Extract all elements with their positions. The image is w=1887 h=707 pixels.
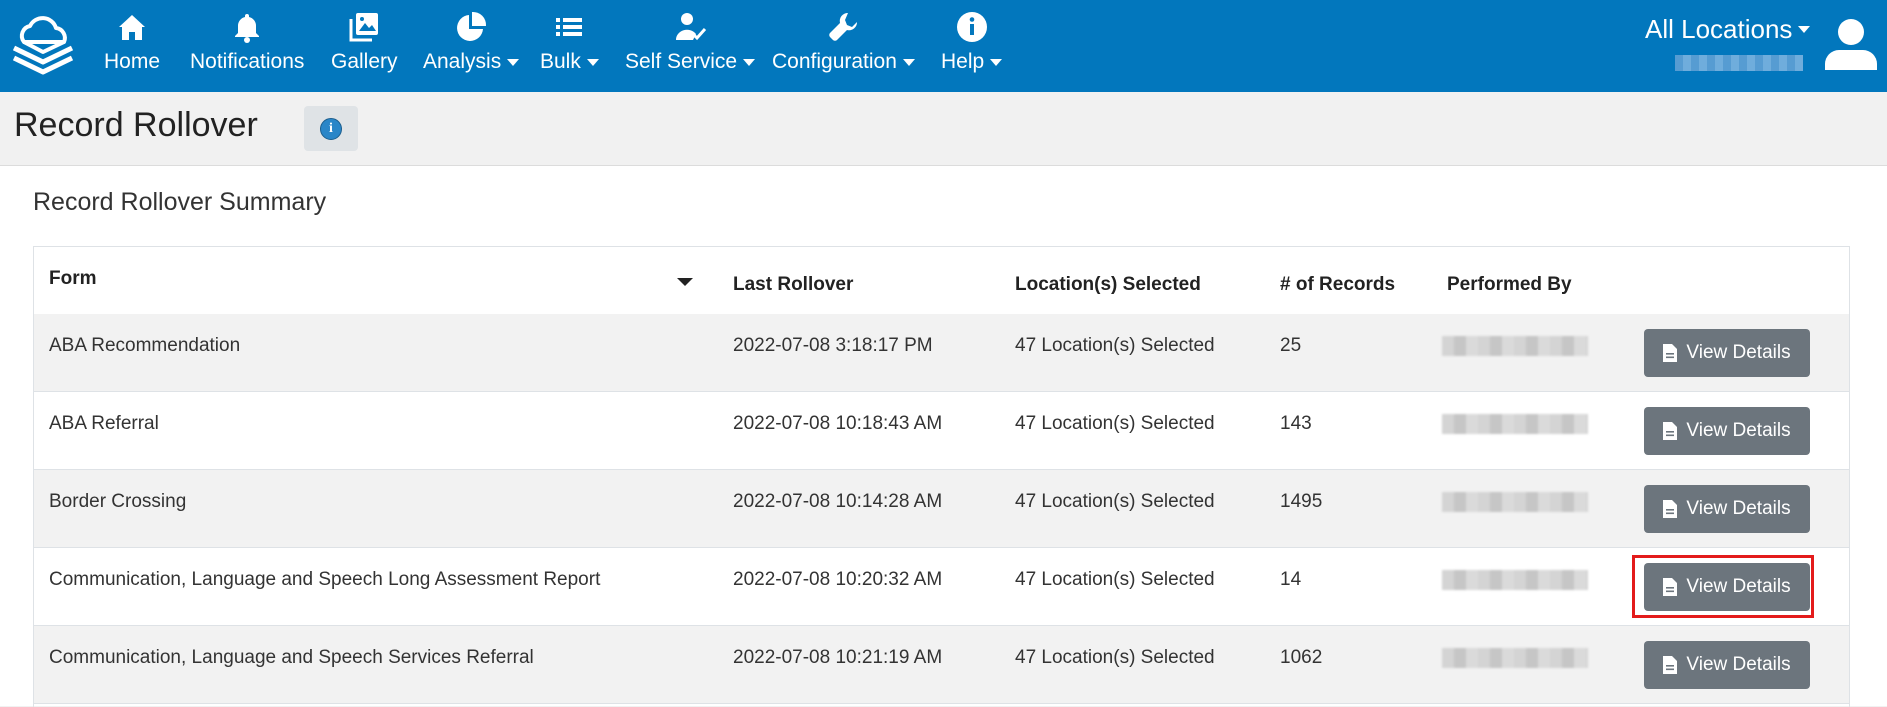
column-header-form[interactable]: Form	[49, 268, 97, 290]
info-button[interactable]: i	[304, 106, 358, 151]
redacted-performed-by	[1442, 492, 1588, 512]
cell-records: 1062	[1280, 647, 1323, 668]
view-details-button[interactable]: View Details	[1644, 563, 1810, 611]
bell-icon	[235, 14, 260, 43]
view-details-button[interactable]: View Details	[1644, 485, 1810, 533]
section-title: Record Rollover Summary	[33, 188, 327, 216]
user-avatar-icon[interactable]	[1822, 16, 1880, 72]
redacted-performed-by	[1442, 570, 1588, 590]
nav-notifications[interactable]: Notifications	[190, 10, 304, 82]
nav-analysis-label: Analysis	[423, 50, 520, 74]
page-header: Record Rollover i	[0, 92, 1887, 166]
document-icon	[1663, 500, 1678, 518]
document-icon	[1663, 578, 1678, 596]
cell-form: ABA Referral	[49, 413, 159, 434]
cell-last-rollover: 2022-07-08 3:18:17 PM	[733, 335, 933, 356]
table-header: Form Last Rollover Location(s) Selected …	[34, 247, 1849, 315]
cell-last-rollover: 2022-07-08 10:18:43 AM	[733, 413, 943, 434]
chevron-down-icon	[990, 58, 1003, 66]
document-icon	[1663, 422, 1678, 440]
column-header-records[interactable]: # of Records	[1280, 274, 1395, 296]
nav-analysis[interactable]: Analysis	[423, 10, 520, 82]
nav-bulk-label: Bulk	[540, 50, 599, 74]
view-details-button[interactable]: View Details	[1644, 641, 1810, 689]
nav-help-label: Help	[941, 50, 1003, 74]
gallery-icon	[349, 13, 379, 42]
chevron-down-icon	[743, 58, 756, 66]
cell-records: 143	[1280, 413, 1312, 434]
nav-configuration[interactable]: Configuration	[772, 10, 915, 82]
rollover-table: Form Last Rollover Location(s) Selected …	[33, 246, 1850, 707]
top-navbar: Home Notifications Gallery Analysis Bulk…	[0, 0, 1887, 92]
cell-locations: 47 Location(s) Selected	[1015, 647, 1215, 668]
redacted-performed-by	[1442, 336, 1588, 356]
chevron-down-icon	[507, 58, 520, 66]
nav-home[interactable]: Home	[104, 10, 160, 82]
cell-locations: 47 Location(s) Selected	[1015, 491, 1215, 512]
cell-records: 1495	[1280, 491, 1323, 512]
sort-caret-icon[interactable]	[677, 278, 693, 286]
table-row: Border Crossing 2022-07-08 10:14:28 AM 4…	[34, 470, 1849, 548]
nav-bulk[interactable]: Bulk	[540, 10, 599, 82]
view-details-label: View Details	[1686, 420, 1791, 441]
cell-records: 25	[1280, 335, 1302, 356]
page-title: Record Rollover	[14, 106, 258, 144]
cell-form: Border Crossing	[49, 491, 187, 512]
column-header-last-rollover[interactable]: Last Rollover	[733, 274, 853, 296]
cell-locations: 47 Location(s) Selected	[1015, 569, 1215, 590]
pie-chart-icon	[457, 11, 487, 41]
cell-locations: 47 Location(s) Selected	[1015, 413, 1215, 434]
document-icon	[1663, 656, 1678, 674]
nav-gallery[interactable]: Gallery	[331, 10, 398, 82]
location-dropdown[interactable]: All Locations	[1645, 14, 1811, 45]
table-row: Communication, Language and Speech Servi…	[34, 626, 1849, 704]
cell-last-rollover: 2022-07-08 10:14:28 AM	[733, 491, 943, 512]
cell-form: Communication, Language and Speech Servi…	[49, 647, 534, 668]
view-details-label: View Details	[1686, 342, 1791, 363]
nav-self-service[interactable]: Self Service	[625, 10, 756, 82]
cell-records: 14	[1280, 569, 1302, 590]
table-row: ABA Referral 2022-07-08 10:18:43 AM 47 L…	[34, 392, 1849, 470]
view-details-button[interactable]: View Details	[1644, 407, 1810, 455]
table-row: ABA Recommendation 2022-07-08 3:18:17 PM…	[34, 314, 1849, 392]
nav-help[interactable]: Help	[941, 10, 1003, 82]
info-icon: i	[320, 117, 342, 140]
location-label: All Locations	[1645, 14, 1793, 44]
info-icon	[956, 12, 987, 42]
chevron-down-icon	[1798, 26, 1811, 33]
user-check-icon	[676, 13, 707, 41]
nav-notifications-label: Notifications	[190, 50, 305, 73]
column-header-locations[interactable]: Location(s) Selected	[1015, 274, 1201, 296]
column-header-performed-by[interactable]: Performed By	[1447, 274, 1572, 296]
cell-locations: 47 Location(s) Selected	[1015, 335, 1215, 356]
cell-form: ABA Recommendation	[49, 335, 241, 356]
redacted-performed-by	[1442, 414, 1588, 434]
redacted-performed-by	[1442, 648, 1588, 668]
nav-home-label: Home	[104, 50, 161, 73]
wrench-icon	[829, 12, 858, 41]
home-icon	[119, 15, 146, 40]
nav-configuration-label: Configuration	[772, 50, 915, 74]
cloud-logo-icon[interactable]	[10, 12, 76, 78]
view-details-button[interactable]: View Details	[1644, 329, 1810, 377]
nav-gallery-label: Gallery	[331, 50, 398, 73]
table-row: Communication, Language and Speech Long …	[34, 548, 1849, 626]
view-details-label: View Details	[1686, 654, 1791, 675]
chevron-down-icon	[586, 58, 599, 66]
cell-form: Communication, Language and Speech Long …	[49, 569, 601, 590]
redacted-user-name	[1675, 55, 1803, 71]
document-icon	[1663, 344, 1678, 362]
chevron-down-icon	[902, 58, 915, 66]
view-details-label: View Details	[1686, 576, 1791, 597]
nav-self-service-label: Self Service	[625, 50, 756, 74]
view-details-label: View Details	[1686, 498, 1791, 519]
main-content: Record Rollover Summary Form Last Rollov…	[0, 166, 1887, 707]
list-icon	[556, 18, 583, 36]
cell-last-rollover: 2022-07-08 10:21:19 AM	[733, 647, 943, 668]
cell-last-rollover: 2022-07-08 10:20:32 AM	[733, 569, 943, 590]
